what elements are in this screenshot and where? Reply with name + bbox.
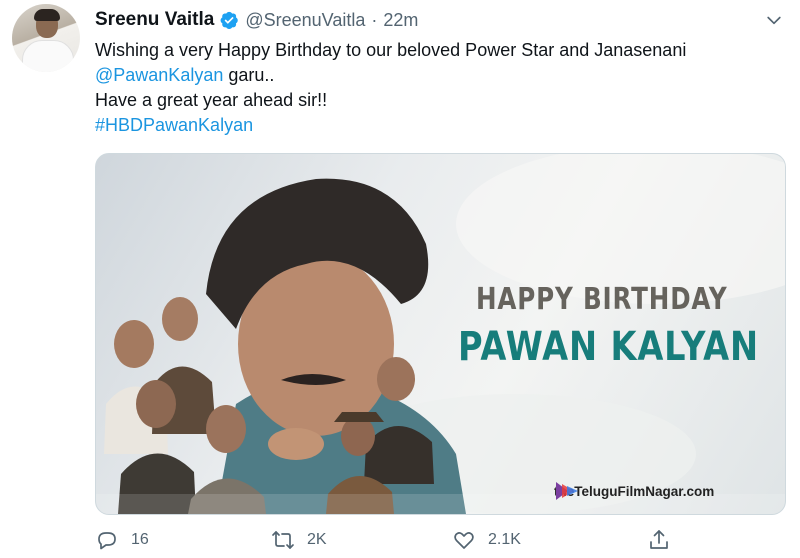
tweet-text-line-3: Have a great year ahead sir!!: [95, 90, 328, 110]
like-button[interactable]: 2.1K: [452, 528, 521, 552]
tweet[interactable]: Sreenu Vaitla @SreenuVaitla · 22m Wishin…: [0, 0, 800, 558]
poster-watermark: theTeluguFilmNagar.com: [554, 480, 714, 502]
author-name[interactable]: Sreenu Vaitla: [95, 9, 214, 31]
poster-headline-pawan-kalyan: PAWAN KALYAN: [458, 324, 759, 370]
avatar-hair: [34, 9, 60, 21]
reply-icon: [98, 532, 116, 550]
timestamp[interactable]: 22m: [383, 10, 418, 31]
retweet-icon: [272, 531, 294, 549]
poster-headline-happy-birthday: HAPPY BIRTHDAY: [476, 282, 728, 317]
separator-dot: ·: [371, 9, 378, 30]
tweet-text-line-2: @PawanKalyan garu..: [95, 63, 785, 88]
chevron-down-icon[interactable]: [764, 10, 784, 30]
tweet-image[interactable]: HAPPY BIRTHDAY PAWAN KALYAN theTeluguFil…: [95, 153, 786, 515]
retweet-button[interactable]: 2K: [271, 528, 327, 552]
like-icon: [454, 532, 474, 549]
retweet-count: 2K: [307, 531, 327, 548]
tweet-header: Sreenu Vaitla @SreenuVaitla · 22m: [95, 8, 418, 32]
verified-badge-icon: [220, 11, 239, 30]
hashtag-link[interactable]: #HBDPawanKalyan: [95, 113, 785, 138]
share-button[interactable]: [647, 528, 671, 552]
like-count: 2.1K: [488, 531, 521, 548]
avatar[interactable]: [12, 4, 80, 72]
author-handle[interactable]: @SreenuVaitla: [245, 10, 365, 31]
film-nagar-logo-icon: [556, 482, 578, 500]
tweet-text-line-1: Wishing a very Happy Birthday to our bel…: [95, 40, 687, 60]
tweet-actions: 16 2K 2.1K: [95, 528, 785, 554]
tweet-text: Wishing a very Happy Birthday to our bel…: [95, 38, 785, 138]
tweet-text-garu: garu..: [223, 65, 275, 85]
reply-button[interactable]: 16: [95, 528, 149, 552]
reply-count: 16: [131, 531, 149, 548]
mention-link[interactable]: @PawanKalyan: [95, 65, 223, 85]
share-icon: [650, 530, 668, 549]
avatar-shirt: [22, 40, 74, 72]
